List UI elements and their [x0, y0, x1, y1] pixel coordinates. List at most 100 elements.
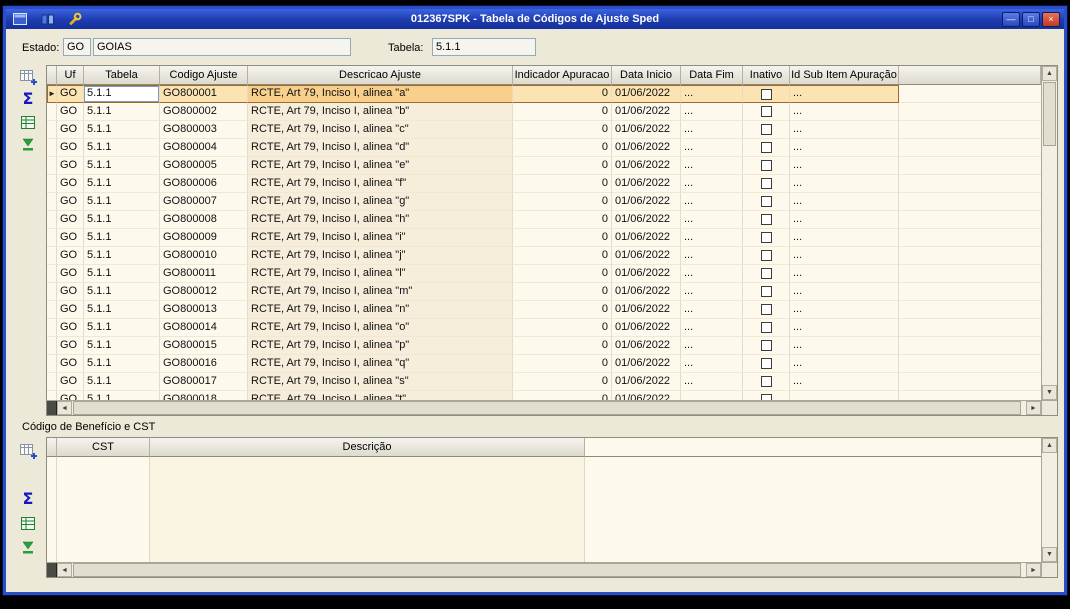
codigo-cell[interactable]: GO800002 — [160, 103, 248, 121]
row-indicator-cell[interactable] — [47, 211, 57, 229]
data-inicio-cell[interactable]: 01/06/2022 — [612, 283, 681, 301]
tabela-cell[interactable]: 5.1.1 — [84, 283, 160, 301]
inativo-checkbox[interactable] — [760, 250, 772, 261]
scroll-down-button[interactable]: ▼ — [1042, 385, 1057, 400]
data-fim-cell[interactable]: ... — [681, 121, 743, 139]
horizontal-scroll-thumb[interactable] — [73, 563, 1021, 577]
table-row[interactable]: GO 5.1.1 GO800012 RCTE, Art 79, Inciso I, a… — [47, 283, 1057, 301]
id-sub-cell[interactable]: ... — [790, 193, 899, 211]
table-row[interactable]: GO 5.1.1 GO800005 RCTE, Art 79, Inciso I, a… — [47, 157, 1057, 175]
row-indicator-cell[interactable] — [47, 301, 57, 319]
tabela-cell[interactable]: 5.1.1 — [84, 157, 160, 175]
data-inicio-cell[interactable]: 01/06/2022 — [612, 265, 681, 283]
inativo-checkbox[interactable] — [760, 304, 772, 315]
data-fim-cell[interactable]: ... — [681, 175, 743, 193]
inativo-checkbox[interactable] — [760, 196, 772, 207]
data-inicio-cell[interactable]: 01/06/2022 — [612, 103, 681, 121]
vertical-scrollbar[interactable]: ▲ ▼ — [1041, 438, 1057, 562]
indicador-cell[interactable]: 0 — [513, 319, 612, 337]
inativo-cell[interactable] — [743, 301, 790, 319]
id-sub-cell[interactable]: ... — [790, 121, 899, 139]
indicador-cell[interactable]: 0 — [513, 157, 612, 175]
sum-icon[interactable]: Σ — [17, 89, 39, 109]
data-inicio-cell[interactable]: 01/06/2022 — [612, 337, 681, 355]
table-row[interactable]: GO 5.1.1 GO800015 RCTE, Art 79, Inciso I, a… — [47, 337, 1057, 355]
descricao-cell[interactable]: RCTE, Art 79, Inciso I, alinea "s" — [248, 373, 513, 391]
uf-cell[interactable]: GO — [57, 103, 84, 121]
id-sub-cell[interactable]: ... — [790, 337, 899, 355]
data-fim-cell[interactable]: ... — [681, 211, 743, 229]
inativo-checkbox[interactable] — [760, 178, 772, 189]
data-inicio-cell[interactable]: 01/06/2022 — [612, 301, 681, 319]
data-fim-cell[interactable]: ... — [681, 265, 743, 283]
tabela-cell[interactable]: 5.1.1 — [84, 391, 160, 400]
tabela-cell[interactable]: 5.1.1 — [84, 211, 160, 229]
data-inicio-cell[interactable]: 01/06/2022 — [612, 121, 681, 139]
descricao-cell[interactable]: RCTE, Art 79, Inciso I, alinea "f" — [248, 175, 513, 193]
table-row[interactable]: GO 5.1.1 GO800013 RCTE, Art 79, Inciso I, a… — [47, 301, 1057, 319]
uf-cell[interactable]: GO — [57, 211, 84, 229]
codigo-cell[interactable]: GO800010 — [160, 247, 248, 265]
id-sub-cell[interactable]: ... — [790, 265, 899, 283]
table-row[interactable]: GO 5.1.1 GO800004 RCTE, Art 79, Inciso I, a… — [47, 139, 1057, 157]
codigo-cell[interactable]: GO800001 — [160, 85, 248, 103]
codigo-cell[interactable]: GO800009 — [160, 229, 248, 247]
table-row[interactable]: GO 5.1.1 GO800018 RCTE, Art 79, Inciso I, a… — [47, 391, 1057, 400]
data-inicio-cell[interactable]: 01/06/2022 — [612, 247, 681, 265]
id-sub-cell[interactable]: ... — [790, 103, 899, 121]
table-row[interactable]: GO 5.1.1 GO800010 RCTE, Art 79, Inciso I, a… — [47, 247, 1057, 265]
table-row[interactable]: GO 5.1.1 GO800006 RCTE, Art 79, Inciso I, a… — [47, 175, 1057, 193]
maximize-button[interactable]: □ — [1022, 11, 1040, 27]
tabela-cell[interactable]: 5.1.1 — [84, 139, 160, 157]
indicador-cell[interactable]: 0 — [513, 175, 612, 193]
data-inicio-cell[interactable]: 01/06/2022 — [612, 211, 681, 229]
titlebar[interactable]: 012367SPK - Tabela de Códigos de Ajuste … — [6, 9, 1064, 29]
tabela-field[interactable]: 5.1.1 — [432, 38, 536, 56]
descricao-cell[interactable]: RCTE, Art 79, Inciso I, alinea "p" — [248, 337, 513, 355]
horizontal-scroll-thumb[interactable] — [73, 401, 1021, 415]
row-indicator-cell[interactable] — [47, 265, 57, 283]
table-row[interactable]: GO 5.1.1 GO800002 RCTE, Art 79, Inciso I, a… — [47, 103, 1057, 121]
data-inicio-cell[interactable]: 01/06/2022 — [612, 319, 681, 337]
close-button[interactable]: × — [1042, 11, 1060, 27]
column-header[interactable]: Indicador Apuracao — [513, 66, 612, 85]
column-header[interactable]: Codigo Ajuste — [160, 66, 248, 85]
descricao-cell[interactable]: RCTE, Art 79, Inciso I, alinea "a" — [248, 85, 513, 103]
horizontal-scrollbar[interactable]: ◄ ► — [47, 400, 1041, 415]
codigo-cell[interactable]: GO800017 — [160, 373, 248, 391]
insert-record-icon[interactable] — [17, 66, 39, 86]
indicador-cell[interactable]: 0 — [513, 103, 612, 121]
indicador-cell[interactable]: 0 — [513, 265, 612, 283]
uf-cell[interactable]: GO — [57, 283, 84, 301]
uf-cell[interactable]: GO — [57, 373, 84, 391]
inativo-checkbox[interactable] — [760, 106, 772, 117]
tabela-cell[interactable]: 5.1.1 — [84, 121, 160, 139]
row-indicator-cell[interactable] — [47, 283, 57, 301]
sum-icon[interactable]: Σ — [17, 489, 39, 509]
descricao-cell[interactable]: RCTE, Art 79, Inciso I, alinea "m" — [248, 283, 513, 301]
indicador-cell[interactable]: 0 — [513, 373, 612, 391]
indicador-cell[interactable]: 0 — [513, 139, 612, 157]
inativo-cell[interactable] — [743, 283, 790, 301]
uf-cell[interactable]: GO — [57, 229, 84, 247]
inativo-checkbox[interactable] — [760, 142, 772, 153]
inativo-cell[interactable] — [743, 247, 790, 265]
tabela-cell[interactable]: 5.1.1 — [84, 301, 160, 319]
codigo-cell[interactable]: GO800018 — [160, 391, 248, 400]
codigo-cell[interactable]: GO800014 — [160, 319, 248, 337]
descricao-cell[interactable]: RCTE, Art 79, Inciso I, alinea "t" — [248, 391, 513, 400]
descricao-cell[interactable]: RCTE, Art 79, Inciso I, alinea "c" — [248, 121, 513, 139]
inativo-checkbox[interactable] — [760, 358, 772, 369]
table-row[interactable]: ► GO 5.1.1 GO800001 RCTE, Art 79, Inciso I, … — [47, 85, 1057, 103]
row-indicator-cell[interactable]: ► — [47, 85, 57, 103]
id-sub-cell[interactable]: ... — [790, 301, 899, 319]
codigo-cell[interactable]: GO800008 — [160, 211, 248, 229]
vertical-scroll-thumb[interactable] — [1043, 82, 1056, 146]
column-header[interactable]: CST — [57, 438, 150, 457]
indicador-cell[interactable]: 0 — [513, 391, 612, 400]
tabela-cell[interactable]: 5.1.1 — [84, 103, 160, 121]
column-header[interactable]: Data Fim — [681, 66, 743, 85]
inativo-cell[interactable] — [743, 373, 790, 391]
data-fim-cell[interactable]: ... — [681, 247, 743, 265]
tabela-cell[interactable]: 5.1.1 — [84, 373, 160, 391]
